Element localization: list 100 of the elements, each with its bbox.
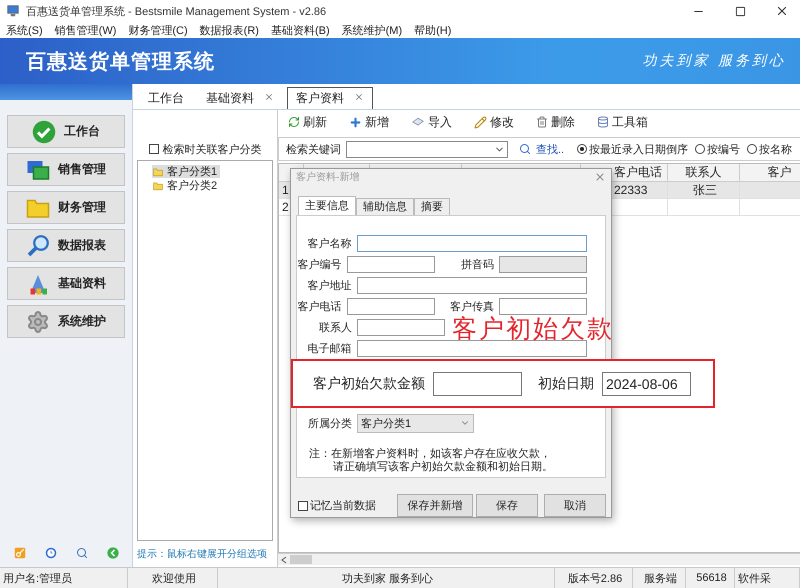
- sort-radio[interactable]: 按最近录入日期倒序: [577, 142, 688, 156]
- tab[interactable]: 基础资料: [197, 87, 283, 109]
- date-field[interactable]: 2024-08-06: [602, 372, 691, 396]
- field-label: 客户电话: [297, 300, 343, 314]
- status-text: 功夫到家 服务到心: [218, 568, 555, 588]
- category-select[interactable]: 客户分类1: [357, 414, 474, 433]
- menu-item[interactable]: 数据报表(R): [200, 22, 259, 38]
- menu-item[interactable]: 系统维护(M): [342, 22, 402, 38]
- folder-icon: [152, 166, 164, 176]
- sidebar-button[interactable]: 财务管理: [7, 191, 125, 224]
- menu-item[interactable]: 销售管理(W): [54, 22, 116, 38]
- tab[interactable]: 主要信息: [298, 196, 356, 215]
- scroll-left-icon[interactable]: [281, 556, 287, 564]
- input-field[interactable]: [433, 372, 522, 396]
- toolbar-button[interactable]: 工具箱: [597, 114, 648, 130]
- field-label: 客户传真: [449, 300, 495, 314]
- column-header: 客户: [740, 164, 800, 182]
- app-title: 百惠送货单管理系统: [26, 50, 215, 74]
- sort-radio[interactable]: 按名称: [747, 142, 792, 156]
- table-cell: [668, 199, 740, 216]
- find-link[interactable]: 查找..: [536, 142, 564, 156]
- check-icon: [32, 120, 56, 144]
- menu-item[interactable]: 系统(S): [6, 22, 43, 38]
- pencil-icon: [474, 116, 487, 128]
- sidebar-button[interactable]: 工作台: [7, 115, 125, 148]
- sort-radio[interactable]: 按编号: [695, 142, 740, 156]
- status-text: 56618: [686, 568, 735, 588]
- status-text: 用户名:管理员: [0, 568, 128, 588]
- checkbox[interactable]: [298, 500, 308, 510]
- plus-icon: [349, 116, 362, 128]
- diamond-icon: [411, 116, 425, 128]
- input-field[interactable]: [346, 256, 435, 273]
- folder-icon: [152, 180, 164, 190]
- slogan: 功夫到家 服务到心: [642, 52, 786, 70]
- input-field[interactable]: [356, 340, 587, 357]
- tab[interactable]: 客户资料: [287, 87, 373, 109]
- field-label: 所属分类: [307, 416, 353, 431]
- checkbox-label: 记忆当前数据: [310, 499, 377, 513]
- sidebar-button[interactable]: 销售管理: [7, 153, 125, 186]
- key-icon: [14, 547, 26, 559]
- field-label: 客户初始欠款金额: [313, 374, 425, 392]
- hint-text: 提示：鼠标右键展开分组选项: [137, 548, 268, 562]
- toolbar-button[interactable]: 修改: [474, 114, 514, 130]
- window-title: 百惠送货单管理系统 - Bestsmile Management System - v2.86: [26, 4, 328, 18]
- input-field[interactable]: [356, 234, 587, 252]
- field-label: 客户编号: [297, 258, 343, 272]
- sidebar-button[interactable]: 数据报表: [7, 229, 125, 262]
- table-cell: [740, 182, 800, 199]
- sidebar-button[interactable]: 基础资料: [7, 267, 125, 300]
- refresh-icon: [288, 116, 300, 128]
- maximize-icon[interactable]: [734, 6, 746, 16]
- gear-icon: [26, 310, 50, 334]
- sidebar-button[interactable]: 系统维护: [7, 305, 125, 338]
- magnifier-icon: [26, 234, 50, 258]
- dialog-button[interactable]: 保存: [476, 494, 538, 517]
- toolbar-button[interactable]: 新增: [349, 114, 389, 130]
- column-header: 联系人: [668, 164, 740, 182]
- tab[interactable]: 摘要: [414, 198, 450, 215]
- input-field[interactable]: [346, 298, 435, 315]
- status-text: 软件采: [735, 568, 800, 588]
- database-icon: [597, 116, 609, 128]
- field-label: 拼音码: [460, 258, 495, 272]
- field-label: 客户名称: [306, 236, 353, 251]
- clock-icon: [44, 547, 56, 559]
- toolbar-button[interactable]: 刷新: [288, 114, 327, 130]
- search-icon: [519, 143, 531, 155]
- tree-item[interactable]: 客户分类2: [152, 179, 220, 192]
- menu-item[interactable]: 帮助(H): [414, 22, 452, 38]
- tab[interactable]: 工作台: [139, 87, 193, 109]
- input-field[interactable]: [356, 276, 587, 294]
- scroll-thumb[interactable]: [290, 555, 312, 564]
- field-label: 客户地址: [306, 278, 353, 293]
- annotation-text: 客户初始欠款: [452, 317, 614, 341]
- dialog-title: 客户资料-新增: [296, 170, 360, 184]
- trash-icon: [536, 116, 548, 128]
- monitor-icon: [6, 5, 20, 17]
- note-text: 注：在新增客户资料时，如该客户存在应收欠款， 请正确填写该客户初始欠款金额和初始日期。: [308, 448, 554, 474]
- dialog-button[interactable]: 保存并新增: [397, 494, 473, 517]
- tab[interactable]: 辅助信息: [356, 198, 414, 215]
- field-label: 电子邮箱: [306, 342, 353, 356]
- toolbar-button[interactable]: 删除: [536, 114, 575, 130]
- field-label: 联系人: [318, 320, 353, 335]
- scrollbar[interactable]: [278, 553, 800, 565]
- keyword-combo[interactable]: [346, 140, 508, 158]
- toolbar-button[interactable]: 导入: [411, 114, 452, 130]
- close-icon[interactable]: [775, 4, 789, 18]
- status-text: 版本号2.86: [555, 568, 633, 588]
- input-field[interactable]: [499, 298, 587, 315]
- status-text: 欢迎使用: [128, 568, 218, 588]
- table-cell: 张三: [668, 182, 740, 199]
- search-icon[interactable]: [76, 547, 88, 559]
- input-field[interactable]: [357, 318, 445, 336]
- search-label: 检索关键词: [286, 142, 341, 156]
- field-label: 初始日期: [538, 374, 594, 392]
- dialog-button[interactable]: 取消: [544, 494, 606, 517]
- menu-item[interactable]: 财务管理(C): [128, 22, 188, 38]
- checkbox-label: 检索时关联客户分类: [162, 142, 262, 156]
- tree-item[interactable]: 客户分类1: [152, 165, 220, 178]
- checkbox[interactable]: [148, 144, 158, 154]
- menu-item[interactable]: 基础资料(B): [270, 22, 330, 38]
